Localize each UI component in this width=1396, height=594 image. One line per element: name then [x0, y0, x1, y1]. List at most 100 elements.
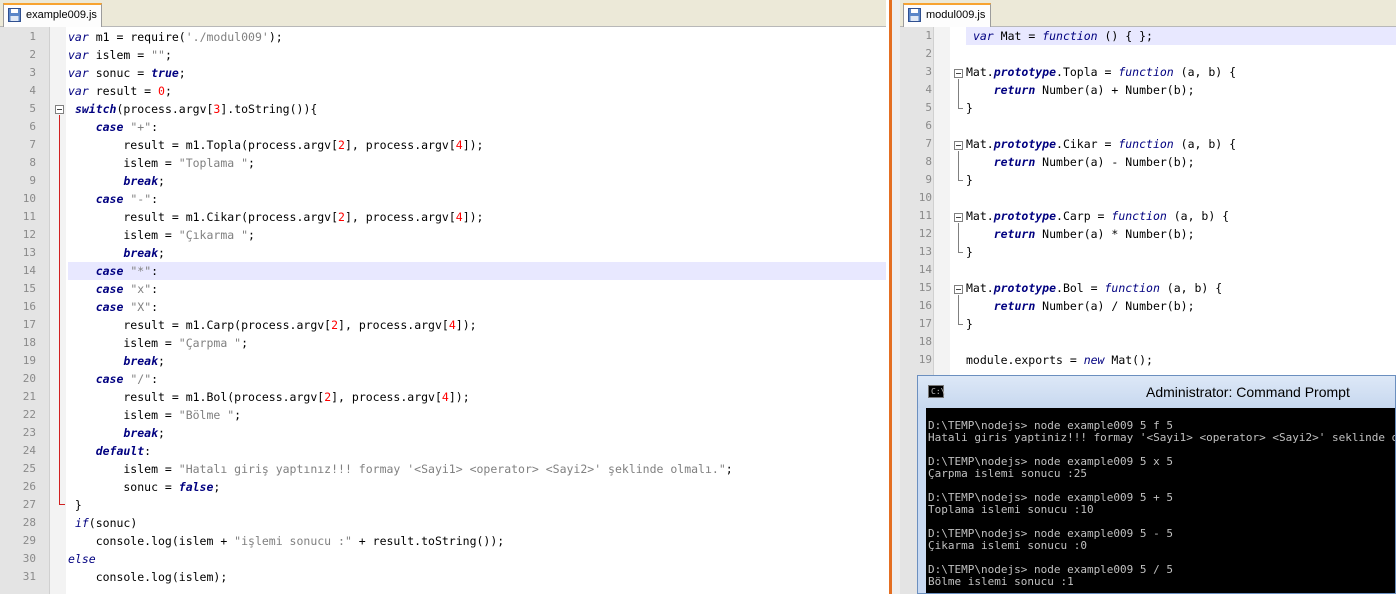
code-token: return [993, 155, 1036, 169]
line-number: 10 [918, 191, 932, 204]
line-number: 4 [29, 84, 36, 97]
code-token: Mat. [966, 209, 994, 223]
code-line: 3 Mat.prototype.Topla = function (a, b) { [900, 63, 1396, 81]
code-text: else [68, 550, 96, 568]
code-line: 4 return Number(a) + Number(b); [900, 81, 1396, 99]
line-number: 26 [22, 480, 36, 493]
code-token: ; [248, 228, 255, 242]
fold-range-line [958, 223, 959, 252]
code-token: case [95, 282, 124, 296]
line-number: 8 [925, 155, 932, 168]
code-token: islem = [68, 156, 179, 170]
console-line: Toplama islemi sonucu :10 [928, 503, 1094, 516]
code-text: islem = "Bölme "; [68, 406, 241, 424]
code-token: ; [164, 84, 172, 98]
code-token: function [1042, 29, 1098, 43]
code-text: result = m1.Bol(process.argv[2], process… [68, 388, 469, 406]
code-token: default [95, 444, 145, 458]
code-token: 2 [338, 210, 345, 224]
line-number: 15 [22, 282, 36, 295]
tab-modul009-js[interactable]: modul009.js [903, 3, 991, 27]
fold-toggle-icon[interactable] [954, 141, 963, 150]
fold-range-line [958, 151, 959, 180]
code-token: Mat. [966, 65, 994, 79]
fold-toggle-icon[interactable] [55, 105, 64, 114]
pane-splitter[interactable] [886, 0, 900, 594]
tab-example009-js[interactable]: example009.js [3, 3, 102, 27]
code-token: "x" [130, 282, 152, 296]
code-line: 31 console.log(islem); [0, 568, 886, 586]
code-token: prototype [993, 137, 1057, 151]
code-text: } [966, 243, 973, 261]
code-token: console.log(islem + [68, 534, 235, 548]
code-line: 1 var Mat = function () { }; [900, 27, 1396, 45]
code-text: var islem = ""; [68, 46, 172, 64]
code-text: case "/": [68, 370, 158, 388]
code-text: var m1 = require('./modul009'); [68, 28, 283, 46]
code-text: module.exports = new Mat(); [966, 351, 1153, 369]
line-number: 2 [29, 48, 36, 61]
code-token: .Cikar = [1056, 137, 1119, 151]
line-number: 15 [918, 281, 932, 294]
command-prompt-titlebar[interactable]: C:\ Administrator: Command Prompt [918, 376, 1395, 408]
code-text: result = m1.Cikar(process.argv[2], proce… [68, 208, 483, 226]
code-text: } [966, 171, 973, 189]
left-code-editor[interactable]: 1 var m1 = require('./modul009'); 2 var isl… [0, 27, 886, 594]
line-number: 13 [22, 246, 36, 259]
code-token: switch [74, 102, 117, 116]
line-number: 18 [22, 336, 36, 349]
code-token: : [144, 444, 152, 458]
line-number: 6 [29, 120, 36, 133]
code-token: .Topla = [1056, 65, 1119, 79]
code-line: 10 [900, 189, 1396, 207]
code-token: case [95, 192, 124, 206]
code-token: } [966, 245, 973, 259]
console-icon: C:\ [928, 385, 945, 398]
code-line: 7 Mat.prototype.Cikar = function (a, b) { [900, 135, 1396, 153]
code-token: "/" [130, 372, 152, 386]
code-line: 9} [900, 171, 1396, 189]
code-token: "" [151, 48, 165, 62]
code-text: result = m1.Carp(process.argv[2], proces… [68, 316, 476, 334]
code-token: 4 [455, 210, 463, 224]
fold-toggle-icon[interactable] [954, 213, 963, 222]
code-token: ; [158, 246, 165, 260]
line-number: 31 [22, 570, 36, 583]
code-text: var sonuc = true; [68, 64, 186, 82]
fold-toggle-icon[interactable] [954, 285, 963, 294]
code-line: 25 islem = "Hatalı giriş yaptınız!!! for… [0, 460, 886, 478]
code-token: Number(a) * Number(b); [1035, 227, 1195, 241]
code-token: console.log(islem); [68, 570, 228, 584]
code-token: 4 [441, 390, 449, 404]
line-number: 14 [22, 264, 36, 277]
console-output[interactable]: D:\TEMP\nodejs> node example009 5 f 5 Hat… [926, 408, 1395, 593]
code-line: 14 [900, 261, 1396, 279]
code-line: 12 islem = "Çıkarma "; [0, 226, 886, 244]
code-token: : [151, 264, 159, 278]
code-token: else [68, 552, 96, 566]
code-line: 30 else [0, 550, 886, 568]
code-text: case "-": [68, 190, 158, 208]
code-token: function [1104, 281, 1160, 295]
code-token: ], process.argv[ [331, 390, 442, 404]
code-token: new [1083, 353, 1105, 367]
code-line: 17} [900, 315, 1396, 333]
right-tab-bar: modul009.js [900, 0, 1396, 27]
fold-toggle-icon[interactable] [954, 69, 963, 78]
line-number: 16 [918, 299, 932, 312]
code-token: ; [234, 408, 242, 422]
code-token: () { }; [1097, 29, 1153, 43]
code-line: 5} [900, 99, 1396, 117]
code-text: break; [68, 352, 165, 370]
code-text: if(sonuc) [68, 514, 137, 532]
command-prompt-window[interactable]: C:\ Administrator: Command Prompt D:\TEM… [917, 375, 1396, 594]
line-number: 18 [918, 335, 932, 348]
code-line: 16 case "X": [0, 298, 886, 316]
code-text: case "+": [68, 118, 158, 136]
code-token: ; [158, 426, 165, 440]
